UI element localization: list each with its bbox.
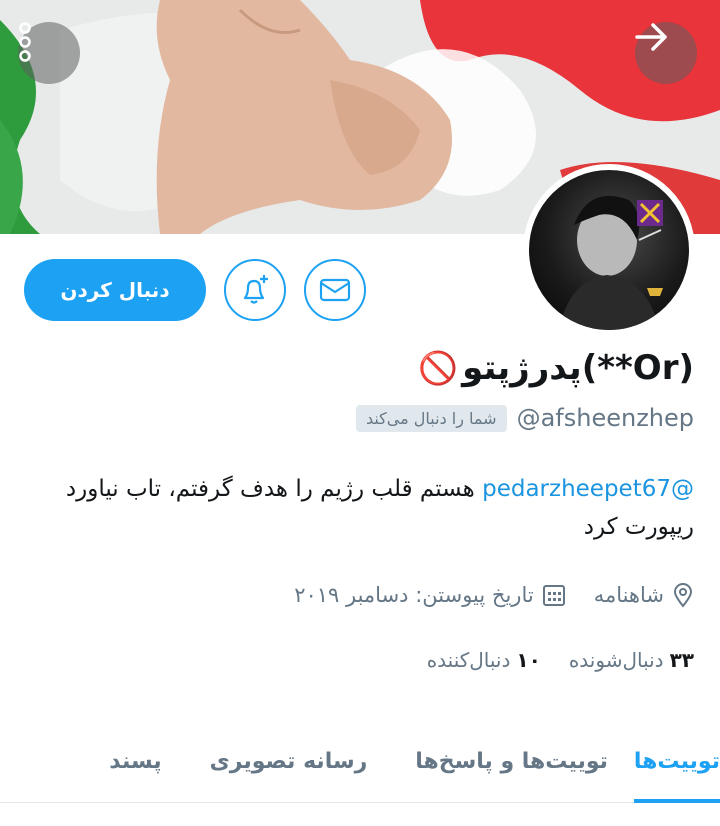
user-handle: @afsheenzhep [516, 404, 694, 432]
notifications-button[interactable] [224, 259, 286, 321]
calendar-icon [542, 585, 565, 606]
join-date: تاریخ پیوستن: دسامبر ۲۰۱۹ [294, 583, 565, 607]
handle-row: شما را دنبال می‌کند @afsheenzhep [355, 404, 694, 432]
tab-tweets-replies[interactable]: توییت‌ها و پاسخ‌ها [415, 720, 608, 802]
followers-label: دنبال‌کننده [426, 648, 511, 672]
tab-tweets-label: توییت‌ها [633, 748, 720, 774]
avatar-image [529, 170, 689, 330]
profile-tabs: توییت‌ها توییت‌ها و پاسخ‌ها رسانه تصویری… [0, 720, 720, 803]
profile-avatar[interactable] [523, 164, 695, 336]
bell-plus-icon [243, 275, 268, 304]
tab-media-label: رسانه تصویری [209, 748, 368, 774]
follow-button[interactable]: دنبال کردن [24, 259, 206, 321]
message-button[interactable] [304, 259, 366, 321]
prohibited-emoji: 🚫 [418, 349, 459, 387]
tab-likes[interactable]: پسند [109, 720, 161, 802]
location: شاهنامه [594, 582, 694, 608]
profile-bio: @pedarzheepet67 هستم قلب رژیم را هدف گرف… [54, 470, 694, 546]
following-label: دنبال‌شونده [568, 648, 664, 672]
arrow-right-icon [635, 23, 667, 51]
more-options-button[interactable] [18, 22, 80, 84]
tab-tweets[interactable]: توییت‌ها [633, 720, 720, 803]
follow-button-label: دنبال کردن [60, 278, 170, 302]
tab-likes-label: پسند [109, 748, 162, 774]
location-pin-icon [673, 583, 693, 608]
following-stat[interactable]: ۳۳ دنبال‌شونده [569, 648, 694, 672]
follows-you-badge: شما را دنبال می‌کند [355, 404, 507, 432]
profile-meta: شاهنامه تاریخ پیوستن: دسامبر ۲۰۱۹ [294, 582, 694, 608]
followers-count: ۱۰ [516, 648, 541, 672]
following-count: ۳۳ [669, 648, 694, 672]
tab-tweets-replies-label: توییت‌ها و پاسخ‌ها [415, 748, 608, 774]
display-name-text: پدرژپتو(**Or) [462, 348, 694, 388]
envelope-icon [319, 278, 351, 302]
back-button[interactable] [635, 22, 697, 84]
follow-stats: ۳۳ دنبال‌شونده ۱۰ دنبال‌کننده [427, 648, 694, 672]
display-name: 🚫 پدرژپتو(**Or) [418, 348, 694, 388]
location-text: شاهنامه [593, 583, 664, 607]
more-vertical-icon [19, 22, 31, 62]
bio-mention-link[interactable]: @pedarzheepet67 [482, 476, 694, 502]
followers-stat[interactable]: ۱۰ دنبال‌کننده [427, 648, 541, 672]
join-date-text: تاریخ پیوستن: دسامبر ۲۰۱۹ [294, 583, 534, 607]
tab-media[interactable]: رسانه تصویری [210, 720, 368, 802]
